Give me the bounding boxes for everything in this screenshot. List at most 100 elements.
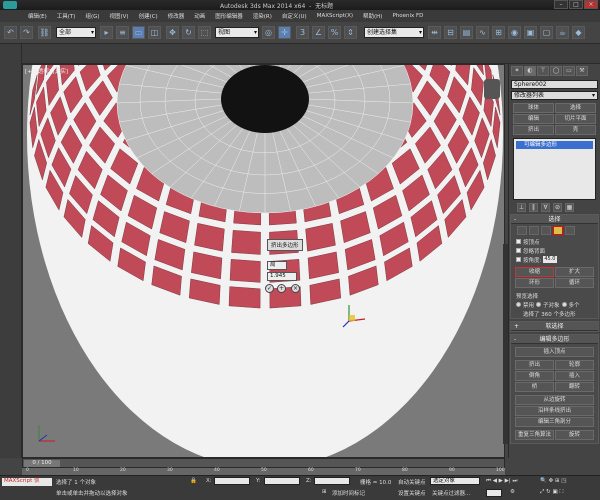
percent-snap-icon[interactable]: % bbox=[328, 26, 341, 39]
redo-icon[interactable]: ↷ bbox=[20, 26, 33, 39]
soft-selection-header[interactable]: + 软选择 bbox=[511, 322, 598, 331]
selected-polygon-face[interactable] bbox=[231, 230, 261, 255]
by-vertex-row[interactable]: 按顶点 bbox=[511, 237, 598, 246]
caddy-apply-button[interactable]: + bbox=[277, 284, 286, 293]
spinner-snap-icon[interactable]: ⇕ bbox=[344, 26, 357, 39]
edit-triangulation-button[interactable]: 编辑三角剖分 bbox=[515, 417, 594, 427]
inset-button[interactable]: 插入 bbox=[555, 371, 594, 381]
time-slider[interactable]: 0 / 100 bbox=[24, 460, 60, 467]
undo-icon[interactable]: ↶ bbox=[4, 26, 17, 39]
preview-multi-radio[interactable] bbox=[561, 302, 567, 307]
maxscript-listener[interactable]: MAXScript 侦 bbox=[2, 478, 52, 486]
x-coordinate-field[interactable] bbox=[214, 477, 250, 485]
maximize-button[interactable]: □ bbox=[569, 0, 583, 9]
menu-item[interactable]: MAXScript(X) bbox=[312, 13, 358, 19]
y-coordinate-field[interactable] bbox=[264, 477, 300, 485]
auto-key-button[interactable]: 自动关键点 bbox=[398, 478, 426, 486]
edit-polygons-header[interactable]: - 编辑多边形 bbox=[511, 335, 598, 344]
time-tag-icon[interactable]: ⊞ bbox=[322, 489, 327, 495]
by-angle-spinner[interactable]: 45.0 bbox=[543, 256, 558, 263]
remove-modifier-icon[interactable]: ⊘ bbox=[553, 203, 562, 212]
stack-item-editable-poly[interactable]: 可编辑多边形 bbox=[516, 141, 593, 149]
border-level-icon[interactable] bbox=[541, 226, 551, 235]
extrude-button[interactable]: 挤出 bbox=[515, 360, 554, 370]
by-vertex-checkbox[interactable] bbox=[516, 239, 521, 244]
menu-item[interactable]: 渲染(R) bbox=[248, 12, 277, 20]
flip-button[interactable]: 翻转 bbox=[555, 382, 594, 392]
add-time-tag-button[interactable]: 添加时间标记 bbox=[332, 489, 365, 497]
move-gizmo[interactable] bbox=[341, 303, 367, 329]
utilities-tab-icon[interactable]: ⚒ bbox=[576, 66, 588, 76]
element-level-icon[interactable] bbox=[565, 226, 575, 235]
rotate-icon[interactable]: ↻ bbox=[182, 26, 195, 39]
ignore-backfacing-checkbox[interactable] bbox=[516, 248, 521, 253]
edge-level-icon[interactable] bbox=[529, 226, 539, 235]
polygon-level-icon[interactable] bbox=[553, 226, 563, 235]
render-icon[interactable]: ☕ bbox=[556, 26, 569, 39]
key-filters-button[interactable]: 关键点过滤器... bbox=[432, 489, 470, 497]
modifier-button[interactable]: 选择 bbox=[555, 103, 596, 113]
ignore-backfacing-row[interactable]: 忽略背面 bbox=[511, 246, 598, 255]
sphere-mesh[interactable] bbox=[23, 65, 505, 458]
modify-tab-icon[interactable]: ◐ bbox=[524, 66, 536, 76]
hinge-button[interactable]: 从边旋转 bbox=[515, 395, 594, 405]
extrude-height-field[interactable]: 1.945 bbox=[267, 272, 297, 281]
close-button[interactable]: × bbox=[584, 0, 598, 9]
by-angle-row[interactable]: 按角度: 45.0 bbox=[511, 255, 598, 264]
show-end-result-icon[interactable]: ‖ bbox=[529, 203, 538, 212]
render-frame-icon[interactable]: ▢ bbox=[540, 26, 553, 39]
menu-item[interactable]: 视图(V) bbox=[105, 12, 134, 20]
menu-item[interactable]: 创建(C) bbox=[134, 12, 163, 20]
align-icon[interactable]: ⊟ bbox=[444, 26, 457, 39]
minimize-button[interactable]: – bbox=[554, 0, 568, 9]
caddy-cancel-button[interactable]: × bbox=[291, 284, 300, 293]
modifier-button[interactable]: 编辑 bbox=[513, 114, 554, 124]
make-unique-icon[interactable]: ∀ bbox=[541, 203, 550, 212]
modifier-list-select[interactable]: 修改器列表 bbox=[511, 91, 598, 100]
pivot-icon[interactable]: ◎ bbox=[262, 26, 275, 39]
reference-coord-select[interactable]: 视图 bbox=[215, 27, 259, 38]
region-select-icon[interactable]: ▭ bbox=[132, 26, 145, 39]
curve-editor-icon[interactable]: ∿ bbox=[476, 26, 489, 39]
window-crossing-icon[interactable]: ◫ bbox=[148, 26, 161, 39]
grow-button[interactable]: 扩大 bbox=[555, 267, 594, 277]
extrude-along-spline-button[interactable]: 沿样条线挤出 bbox=[515, 406, 594, 416]
pin-stack-icon[interactable]: ⊥ bbox=[517, 203, 526, 212]
hierarchy-tab-icon[interactable]: ⊤ bbox=[537, 66, 549, 76]
retriangulate-button[interactable]: 重复三角算法 bbox=[515, 430, 554, 440]
configure-sets-icon[interactable]: ▦ bbox=[565, 203, 574, 212]
schematic-icon[interactable]: ⊞ bbox=[492, 26, 505, 39]
menu-item[interactable]: Phoenix FD bbox=[387, 13, 428, 19]
perspective-viewport[interactable]: [+] [透视] [真实] 挤出多边形 局 1.945 ✓ + × bbox=[22, 64, 505, 458]
motion-tab-icon[interactable]: ◯ bbox=[550, 66, 562, 76]
modifier-button[interactable]: 壳 bbox=[555, 125, 596, 135]
render-setup-icon[interactable]: ▣ bbox=[524, 26, 537, 39]
preview-subobj-radio[interactable] bbox=[536, 302, 542, 307]
menu-item[interactable]: 修改器 bbox=[163, 12, 190, 20]
select-by-name-icon[interactable]: ≡ bbox=[116, 26, 129, 39]
selected-polygon-face[interactable] bbox=[229, 259, 261, 283]
viewport-nav-controls-2[interactable]: ⤢ ↻ ▣ ⛶ bbox=[540, 489, 563, 496]
time-config-icon[interactable]: ⚙ bbox=[510, 489, 515, 495]
viewport-nav-controls[interactable]: 🔍 ✥ ⊞ ◳ bbox=[540, 478, 567, 484]
modifier-button[interactable]: 挤出 bbox=[513, 125, 554, 135]
named-selection-select[interactable]: 创建选择集 bbox=[364, 27, 424, 38]
selected-set-select[interactable]: 选定对象 bbox=[430, 477, 480, 485]
playback-controls[interactable]: ⏮ ◀ ▶ ▶| ⏭ bbox=[486, 478, 517, 485]
mirror-icon[interactable]: ⇹ bbox=[428, 26, 441, 39]
turn-button[interactable]: 旋转 bbox=[555, 430, 594, 440]
create-tab-icon[interactable]: ✶ bbox=[511, 66, 523, 76]
vertex-level-icon[interactable] bbox=[517, 226, 527, 235]
material-editor-icon[interactable]: ◉ bbox=[508, 26, 521, 39]
set-key-button[interactable]: 设置关键点 bbox=[398, 489, 426, 497]
selection-filter-select[interactable]: 全部 bbox=[56, 27, 96, 38]
object-name-field[interactable]: Sphere002 bbox=[511, 80, 598, 89]
caddy-ok-button[interactable]: ✓ bbox=[265, 284, 274, 293]
by-angle-checkbox[interactable] bbox=[516, 257, 521, 262]
menu-item[interactable]: 编辑(E) bbox=[2, 12, 52, 20]
menu-item[interactable]: 动画 bbox=[189, 12, 210, 20]
preview-off-radio[interactable] bbox=[516, 302, 521, 307]
menu-item[interactable]: 帮助(H) bbox=[358, 12, 387, 20]
manipulate-icon[interactable]: ✛ bbox=[278, 26, 291, 39]
extrude-type-field[interactable]: 局 bbox=[267, 261, 287, 270]
